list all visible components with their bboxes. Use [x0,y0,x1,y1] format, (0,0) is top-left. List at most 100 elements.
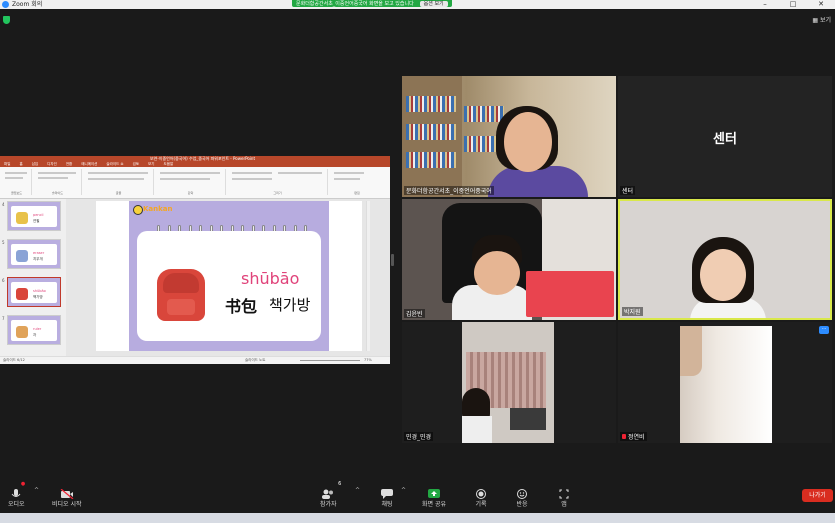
audio-options-chevron-icon[interactable]: ^ [34,487,39,494]
shared-screen[interactable]: 보연-이중언어(중국어) 수업_중국어 파워포인트 - PowerPoint 파… [0,156,390,364]
books [406,96,456,112]
backpack-flap [163,273,199,293]
participants-options-chevron-icon[interactable]: ^ [355,487,360,494]
backpack-icon [157,269,205,321]
zoom-meeting-window: Zoom 회의 문화더함공간서초_이중언어중국어 화면을 보고 있습니다 옵션 … [0,0,835,523]
participants-button[interactable]: 6 참가자 [320,481,341,508]
apps-button[interactable]: 앱 [557,484,571,508]
share-screen-label: 화면 공유 [422,501,446,508]
thumbnail-korean: 지우개 [33,257,43,261]
reactions-label: 반응 [516,501,528,508]
slide-hanzi: 书包 [225,297,258,316]
slide-korean: 책가방 [269,296,311,314]
ribbon-group-label: 클립보드 [10,191,23,195]
notes-button[interactable]: 슬라이드 노트 [245,358,265,363]
more-options-icon[interactable]: ··· [819,326,829,334]
books [464,106,504,122]
view-options-button[interactable]: 옵션 보기 [419,0,448,7]
audio-button[interactable]: ● 오디오 [8,481,26,508]
participant-tile[interactable]: 김윤빈 [402,199,616,320]
ribbon-control[interactable] [88,172,148,174]
held-book [526,271,614,317]
muted-mic-icon [622,434,626,439]
reactions-button[interactable]: 반응 [515,484,529,508]
ribbon-group-label: 단락 [187,191,194,195]
share-banner-text: 문화더함공간서초_이중언어중국어 화면을 보고 있습니다 [296,1,414,7]
ribbon-control[interactable] [278,172,322,174]
window-controls: – □ ✕ [751,0,835,9]
zoom-app-icon [2,1,9,8]
powerpoint-workspace: 4 pencil 연필 5 eraser 지우개 6 shūbāo 책가방 7 … [0,199,390,356]
pencil-icon [16,212,28,224]
ribbon-control[interactable] [38,177,68,179]
ribbon-control[interactable] [160,178,210,180]
leave-button[interactable]: 나가기 [802,489,833,502]
ribbon-control[interactable] [232,178,272,180]
close-button[interactable]: ✕ [807,0,835,9]
share-screen-icon [427,484,441,498]
ribbon-group-font: 글꼴 [84,169,154,195]
maximize-button[interactable]: □ [779,0,807,9]
ribbon-control[interactable] [5,172,27,174]
eraser-icon [16,250,28,262]
view-button[interactable]: ▦ 보기 [812,15,831,24]
encryption-shield-icon[interactable] [3,16,10,24]
split-resize-handle[interactable] [391,254,394,266]
ribbon-control[interactable] [5,177,23,179]
meeting-toolbar: ● 오디오 ^ 비디오 시작 6 참가자 ^ 채팅 ^ 화면 공유 기록 반응 … [0,480,835,513]
participants-count: 6 [338,481,342,487]
participant-tile[interactable]: 문화더함공간서초_이중언어중국어 [402,76,616,197]
record-button[interactable]: 기록 [474,484,488,508]
apps-label: 앱 [561,501,567,508]
slide-canvas[interactable]: Kankan shūbāo 书包 책가방 [96,201,362,351]
participants-icon: 6 [321,481,341,499]
ribbon-control[interactable] [334,178,360,180]
slide-thumbnail[interactable]: 4 pencil 연필 [2,201,61,231]
ribbon-control[interactable] [334,172,364,174]
zoom-slider[interactable] [300,360,360,361]
slide-count: 슬라이드 6/12 [3,358,25,362]
thumbnail-word: shūbāo [33,289,46,293]
thumbnail-korean: 연필 [33,219,40,223]
thumbnail-word: ruler [33,327,42,331]
start-video-button[interactable]: 비디오 시작 [52,484,82,508]
participant-face [700,249,746,301]
current-slide[interactable]: Kankan shūbāo 书包 책가방 [129,201,329,351]
ribbon-group-label: 슬라이드 [51,191,64,195]
participant-shirt [462,416,492,443]
chat-options-chevron-icon[interactable]: ^ [401,487,406,494]
ribbon-control[interactable] [88,178,144,180]
slide-logo: Kankan [143,205,173,213]
minimize-button[interactable]: – [751,0,779,9]
participant-face [474,251,520,295]
participant-name: 문화더함공간서초_이중언어중국어 [404,186,494,195]
zoom-percent[interactable]: 77% [364,358,372,362]
chat-button[interactable]: 채팅 [380,484,394,508]
participant-tile[interactable]: ··· 정연비 [618,322,832,443]
ribbon-control[interactable] [232,172,272,174]
ribbon-control[interactable] [160,172,220,174]
slide-thumbnail[interactable]: 5 eraser 지우개 [2,239,61,269]
participant-tile[interactable]: 센터 센터 [618,76,832,197]
participant-tile[interactable]: 민경_민경 [402,322,616,443]
audio-alert-badge: ● [20,481,26,487]
thumbnail-korean: 자 [33,333,37,337]
thumbnail-korean: 책가방 [33,295,43,299]
thumbnail-word: pencil [33,213,44,217]
slide-number: 5 [2,240,5,245]
slide-thumbnail[interactable]: 7 ruler 자 [2,315,61,345]
share-screen-button[interactable]: 화면 공유 [422,484,446,508]
slide-thumbnail-selected[interactable]: 6 shūbāo 책가방 [2,277,61,307]
participant-tile-active-speaker[interactable]: 박지원 [618,199,832,320]
ribbon-control[interactable] [38,172,76,174]
sofa [510,408,546,430]
vertical-scrollbar[interactable] [366,201,370,351]
backpack-icon [16,288,28,300]
slide-number: 4 [2,202,5,207]
microphone-icon: ● [9,481,26,497]
backpack-pocket [167,299,195,315]
record-icon [474,484,488,499]
share-banner: 문화더함공간서초_이중언어중국어 화면을 보고 있습니다 옵션 보기 [292,0,452,7]
participant-name: 정연비 [620,432,647,441]
video-off-icon [60,484,74,500]
